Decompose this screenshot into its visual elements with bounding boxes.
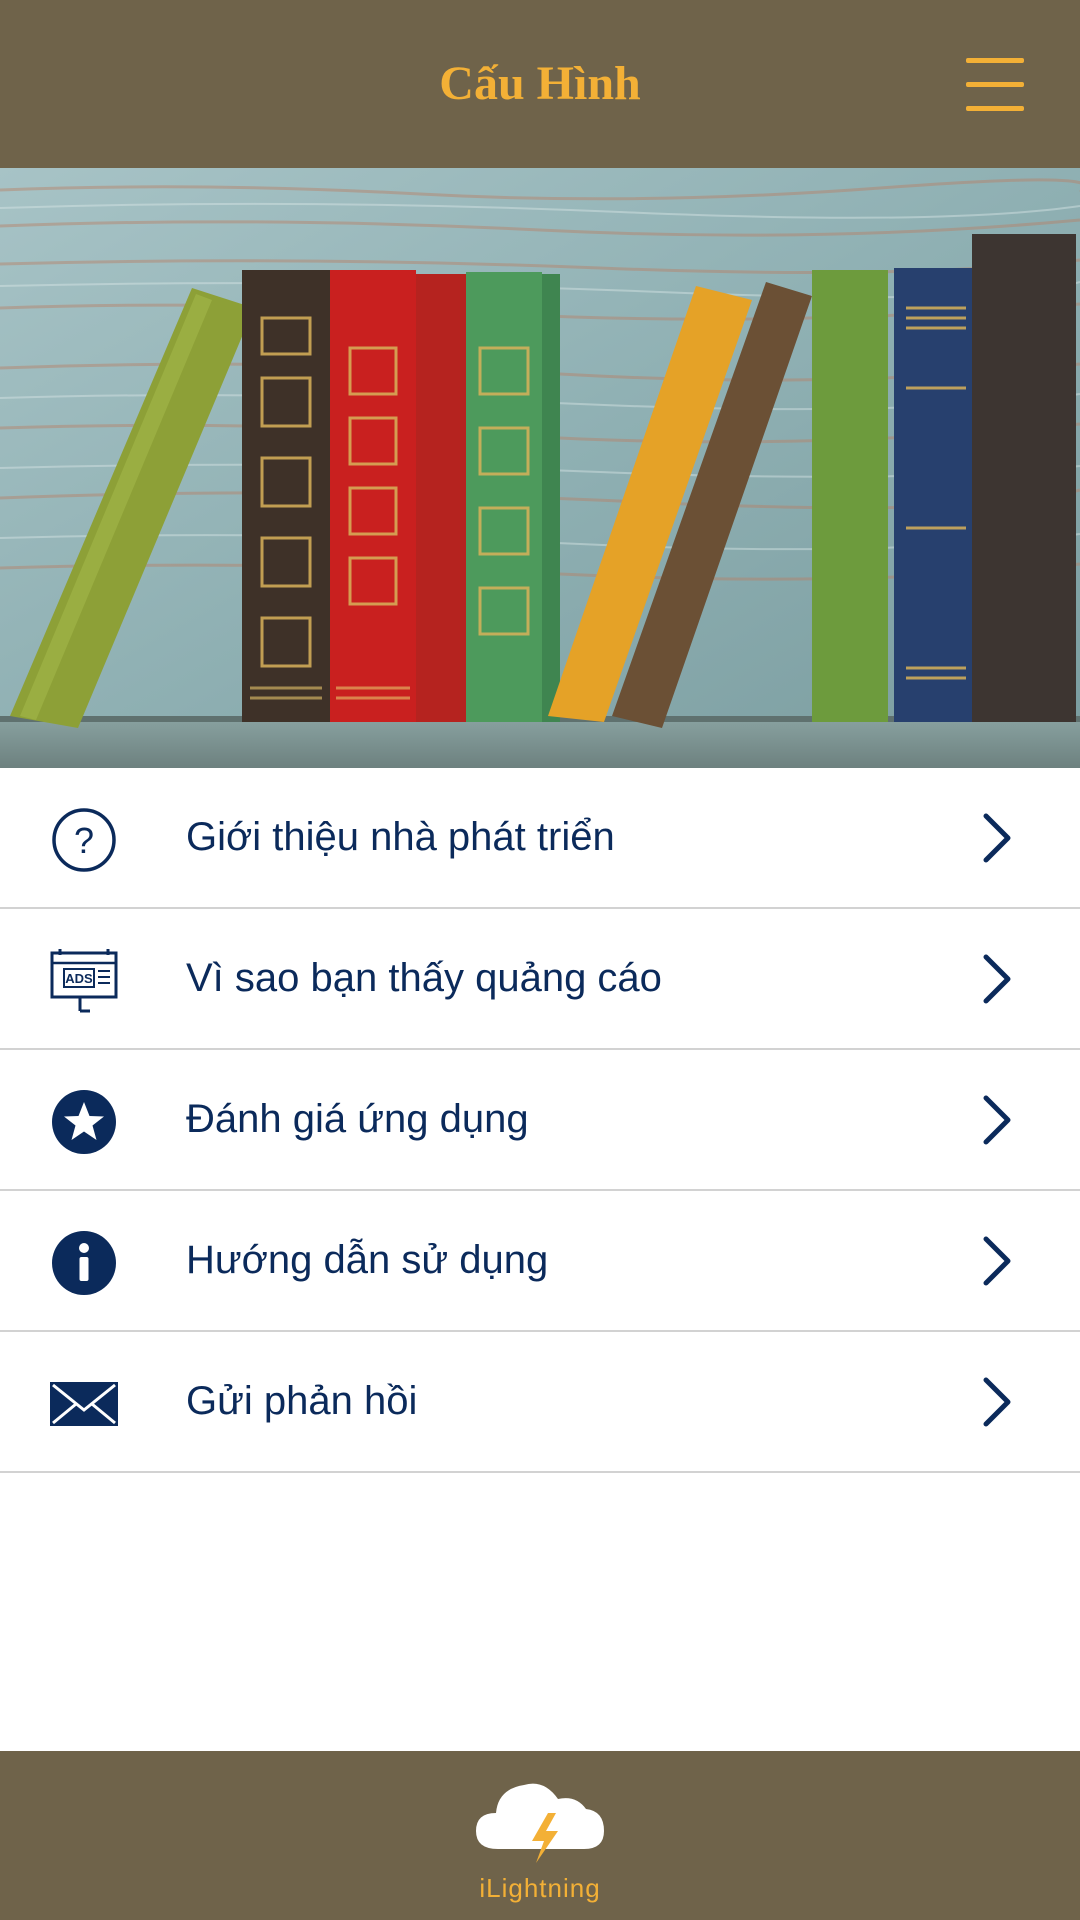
- info-circle-icon: [52, 1231, 116, 1295]
- menu-item-rate-app[interactable]: Đánh giá ứng dụng: [0, 1050, 1080, 1191]
- menu-item-why-ads[interactable]: ADS Vì sao bạn thấy quảng cáo: [0, 909, 1080, 1050]
- page-title: Cấu Hình: [439, 57, 641, 110]
- hamburger-menu-icon-line: [966, 82, 1024, 87]
- chevron-right-icon: [983, 1236, 1011, 1286]
- hamburger-menu-button[interactable]: [960, 54, 1032, 114]
- menu-item-user-guide[interactable]: Hướng dẫn sử dụng: [0, 1191, 1080, 1332]
- menu-item-developer-info[interactable]: ? Giới thiệu nhà phát triển: [0, 768, 1080, 909]
- menu-item-label: Hướng dẫn sử dụng: [186, 1238, 549, 1282]
- chevron-right-icon: [983, 813, 1011, 863]
- chevron-right-icon: [983, 1377, 1011, 1427]
- menu-item-label: Vì sao bạn thấy quảng cáo: [186, 956, 662, 1000]
- menu-item-label: Đánh giá ứng dụng: [186, 1097, 529, 1141]
- ads-icon-text: ADS: [65, 971, 93, 986]
- chevron-right-icon: [983, 954, 1011, 1004]
- hamburger-menu-icon-line: [966, 58, 1024, 63]
- app-logo: iLightning: [470, 1769, 610, 1903]
- app-logo-text: iLightning: [479, 1873, 601, 1903]
- ads-billboard-icon: ADS: [50, 949, 118, 1013]
- svg-text:?: ?: [74, 820, 94, 861]
- hamburger-menu-icon-line: [966, 106, 1024, 111]
- settings-menu-list: ? Giới thiệu nhà phát triển ADS Vì sao b…: [0, 768, 1080, 1473]
- menu-item-label: Gửi phản hồi: [186, 1379, 418, 1423]
- envelope-icon: [50, 1382, 118, 1426]
- books-banner-image: [0, 168, 1080, 768]
- menu-item-send-feedback[interactable]: Gửi phản hồi: [0, 1332, 1080, 1473]
- cloud-lightning-icon: [476, 1783, 604, 1863]
- header-bar: Cấu Hình: [0, 0, 1080, 168]
- menu-item-label: Giới thiệu nhà phát triển: [186, 815, 615, 859]
- star-circle-icon: [52, 1090, 116, 1154]
- footer-bar: iLightning: [0, 1751, 1080, 1920]
- chevron-right-icon: [983, 1095, 1011, 1145]
- question-circle-icon: ?: [52, 808, 116, 872]
